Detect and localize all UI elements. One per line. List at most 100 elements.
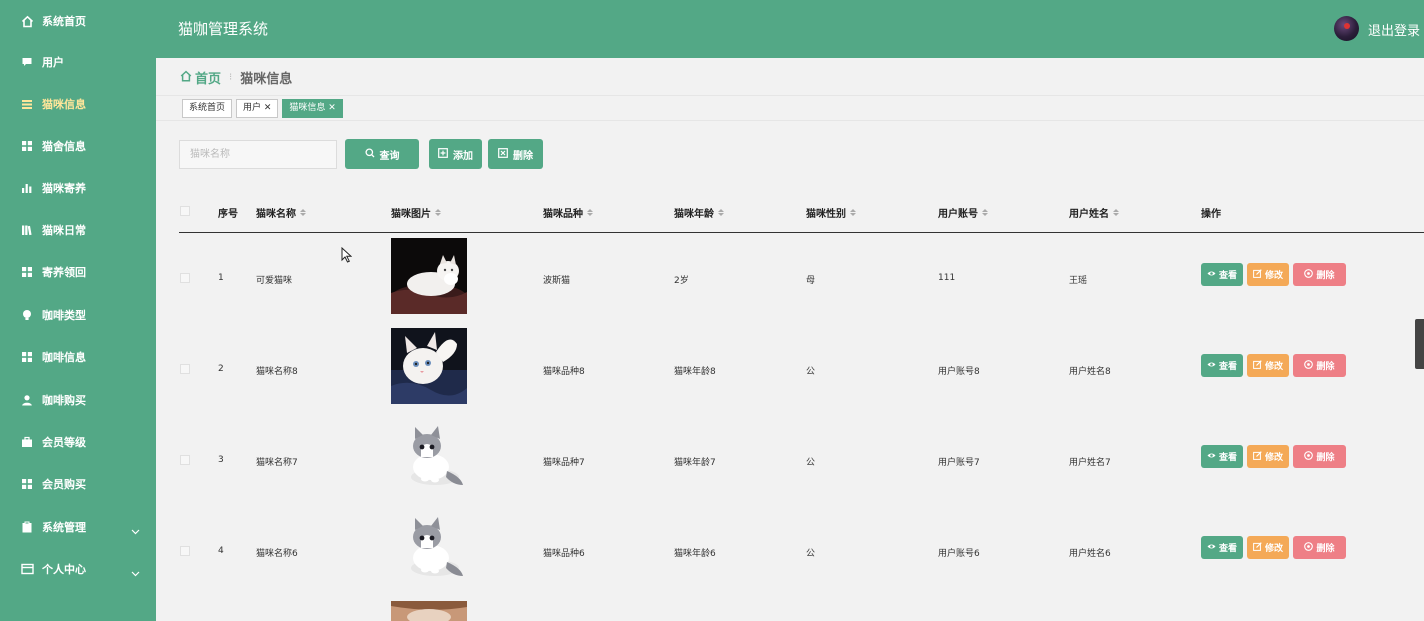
tag-cat-info[interactable]: 猫咪信息 ✕ bbox=[282, 99, 343, 118]
home-icon bbox=[20, 14, 34, 28]
sort-icon[interactable] bbox=[587, 209, 593, 216]
sidebar-item-coffee-info[interactable]: 咖啡信息 bbox=[0, 336, 156, 378]
delete-button[interactable]: 删除 bbox=[1293, 536, 1346, 559]
breadcrumb-home[interactable]: 首页 bbox=[195, 68, 221, 87]
cat-image-thumbnail[interactable] bbox=[391, 328, 467, 404]
cell-index: 2 bbox=[218, 364, 224, 374]
cell-index: 3 bbox=[218, 455, 224, 465]
edit-button[interactable]: 修改 bbox=[1247, 263, 1289, 286]
view-button[interactable]: 查看 bbox=[1201, 263, 1243, 286]
row-checkbox[interactable] bbox=[180, 364, 190, 374]
cell-cat-gender: 公 bbox=[806, 549, 816, 559]
batch-delete-button[interactable]: 删除 bbox=[488, 139, 543, 169]
window-icon bbox=[20, 562, 34, 576]
sidebar-item-member-level[interactable]: 会员等级 bbox=[0, 421, 156, 463]
row-checkbox[interactable] bbox=[180, 546, 190, 556]
sidebar-item-cat-daily[interactable]: 猫咪日常 bbox=[0, 209, 156, 251]
sidebar-item-system-management[interactable]: 系统管理 bbox=[0, 506, 156, 548]
delete-button[interactable]: 删除 bbox=[1293, 445, 1346, 468]
sidebar-item-label: 猫咪信息 bbox=[42, 98, 86, 111]
app-title: 猫咖管理系统 bbox=[178, 20, 269, 38]
close-circle-icon bbox=[1304, 450, 1314, 463]
cell-cat-age: 猫咪年龄6 bbox=[674, 549, 716, 559]
row-checkbox[interactable] bbox=[180, 273, 190, 283]
sidebar-item-label: 个人中心 bbox=[42, 563, 86, 576]
tag-home[interactable]: 系统首页 bbox=[182, 99, 233, 118]
sidebar-item-home[interactable]: 系统首页 bbox=[0, 0, 156, 42]
home-icon bbox=[180, 70, 192, 86]
grid-icon bbox=[20, 265, 34, 279]
edit-icon bbox=[1253, 359, 1262, 372]
sidebar-item-boarding-return[interactable]: 寄养领回 bbox=[0, 251, 156, 293]
sidebar-item-personal-center[interactable]: 个人中心 bbox=[0, 548, 156, 590]
table-header-divider bbox=[179, 232, 1424, 233]
tab-tags: 系统首页 用户 ✕ 猫咪信息 ✕ bbox=[182, 99, 343, 118]
column-header-cat-name[interactable]: 猫咪名称 bbox=[256, 205, 306, 220]
row-checkbox[interactable] bbox=[180, 455, 190, 465]
sidebar-item-label: 咖啡购买 bbox=[42, 394, 86, 407]
chevron-down-icon bbox=[131, 562, 140, 581]
sidebar-item-coffee-purchase[interactable]: 咖啡购买 bbox=[0, 379, 156, 421]
close-circle-icon bbox=[1304, 268, 1314, 281]
edit-button[interactable]: 修改 bbox=[1247, 354, 1289, 377]
column-header-cat-gender[interactable]: 猫咪性别 bbox=[806, 205, 856, 220]
sidebar-item-cat-info[interactable]: 猫咪信息 bbox=[0, 83, 156, 125]
delete-button[interactable]: 删除 bbox=[1293, 263, 1346, 286]
sort-icon[interactable] bbox=[718, 209, 724, 216]
column-header-user-name[interactable]: 用户姓名 bbox=[1069, 205, 1119, 220]
sort-icon[interactable] bbox=[435, 209, 441, 216]
cat-image-thumbnail[interactable] bbox=[391, 510, 467, 586]
edit-button[interactable]: 修改 bbox=[1247, 536, 1289, 559]
cat-image-thumbnail[interactable] bbox=[391, 601, 467, 621]
view-button[interactable]: 查看 bbox=[1201, 536, 1243, 559]
edit-icon bbox=[1253, 450, 1262, 463]
column-header-label: 猫咪名称 bbox=[256, 209, 296, 220]
view-button[interactable]: 查看 bbox=[1201, 354, 1243, 377]
sort-icon[interactable] bbox=[982, 209, 988, 216]
query-button[interactable]: 查询 bbox=[345, 139, 419, 169]
sidebar-item-cattery-info[interactable]: 猫舍信息 bbox=[0, 125, 156, 167]
cell-cat-breed: 猫咪品种7 bbox=[543, 458, 585, 468]
edit-button[interactable]: 修改 bbox=[1247, 445, 1289, 468]
side-scroll-handle[interactable] bbox=[1415, 319, 1424, 369]
eye-icon bbox=[1207, 543, 1216, 553]
sort-icon[interactable] bbox=[1113, 209, 1119, 216]
column-header-cat-image[interactable]: 猫咪图片 bbox=[391, 205, 441, 220]
cat-image-thumbnail[interactable] bbox=[391, 419, 467, 495]
sidebar-item-label: 系统首页 bbox=[42, 15, 86, 28]
view-button[interactable]: 查看 bbox=[1201, 445, 1243, 468]
delete-button-label: 删除 bbox=[1316, 544, 1335, 554]
logout-link[interactable]: 退出登录 bbox=[1368, 20, 1420, 39]
cat-name-search-input[interactable] bbox=[179, 140, 337, 169]
sort-icon[interactable] bbox=[850, 209, 856, 216]
sidebar-item-member-purchase[interactable]: 会员购买 bbox=[0, 463, 156, 505]
eye-icon bbox=[1207, 270, 1216, 280]
cell-user-account: 用户账号6 bbox=[938, 549, 980, 559]
plus-square-icon bbox=[438, 147, 448, 161]
bulb-icon bbox=[20, 308, 34, 322]
column-header-cat-age[interactable]: 猫咪年龄 bbox=[674, 205, 724, 220]
grid-icon bbox=[20, 477, 34, 491]
sidebar-item-coffee-type[interactable]: 咖啡类型 bbox=[0, 294, 156, 336]
grid-icon bbox=[20, 139, 34, 153]
column-header-user-account[interactable]: 用户账号 bbox=[938, 205, 988, 220]
add-button[interactable]: 添加 bbox=[429, 139, 482, 169]
edit-button-label: 修改 bbox=[1264, 271, 1283, 281]
sidebar-item-users[interactable]: 用户 bbox=[0, 41, 156, 83]
cell-cat-age: 猫咪年龄7 bbox=[674, 458, 716, 468]
delete-button[interactable]: 删除 bbox=[1293, 354, 1346, 377]
sidebar-item-label: 咖啡信息 bbox=[42, 351, 86, 364]
select-all-checkbox[interactable] bbox=[180, 206, 190, 216]
sidebar-item-cat-boarding[interactable]: 猫咪寄养 bbox=[0, 167, 156, 209]
eye-icon bbox=[1207, 452, 1216, 462]
column-header-label: 猫咪年龄 bbox=[674, 209, 714, 220]
column-header-cat-breed[interactable]: 猫咪品种 bbox=[543, 205, 593, 220]
cell-cat-age: 2岁 bbox=[674, 276, 689, 286]
divider bbox=[156, 120, 1424, 121]
tag-users[interactable]: 用户 ✕ bbox=[236, 99, 279, 118]
avatar[interactable] bbox=[1334, 16, 1359, 41]
cell-cat-age: 猫咪年龄8 bbox=[674, 367, 716, 377]
sort-icon[interactable] bbox=[300, 209, 306, 216]
add-button-label: 添加 bbox=[453, 150, 473, 162]
cat-image-thumbnail[interactable] bbox=[391, 238, 467, 314]
